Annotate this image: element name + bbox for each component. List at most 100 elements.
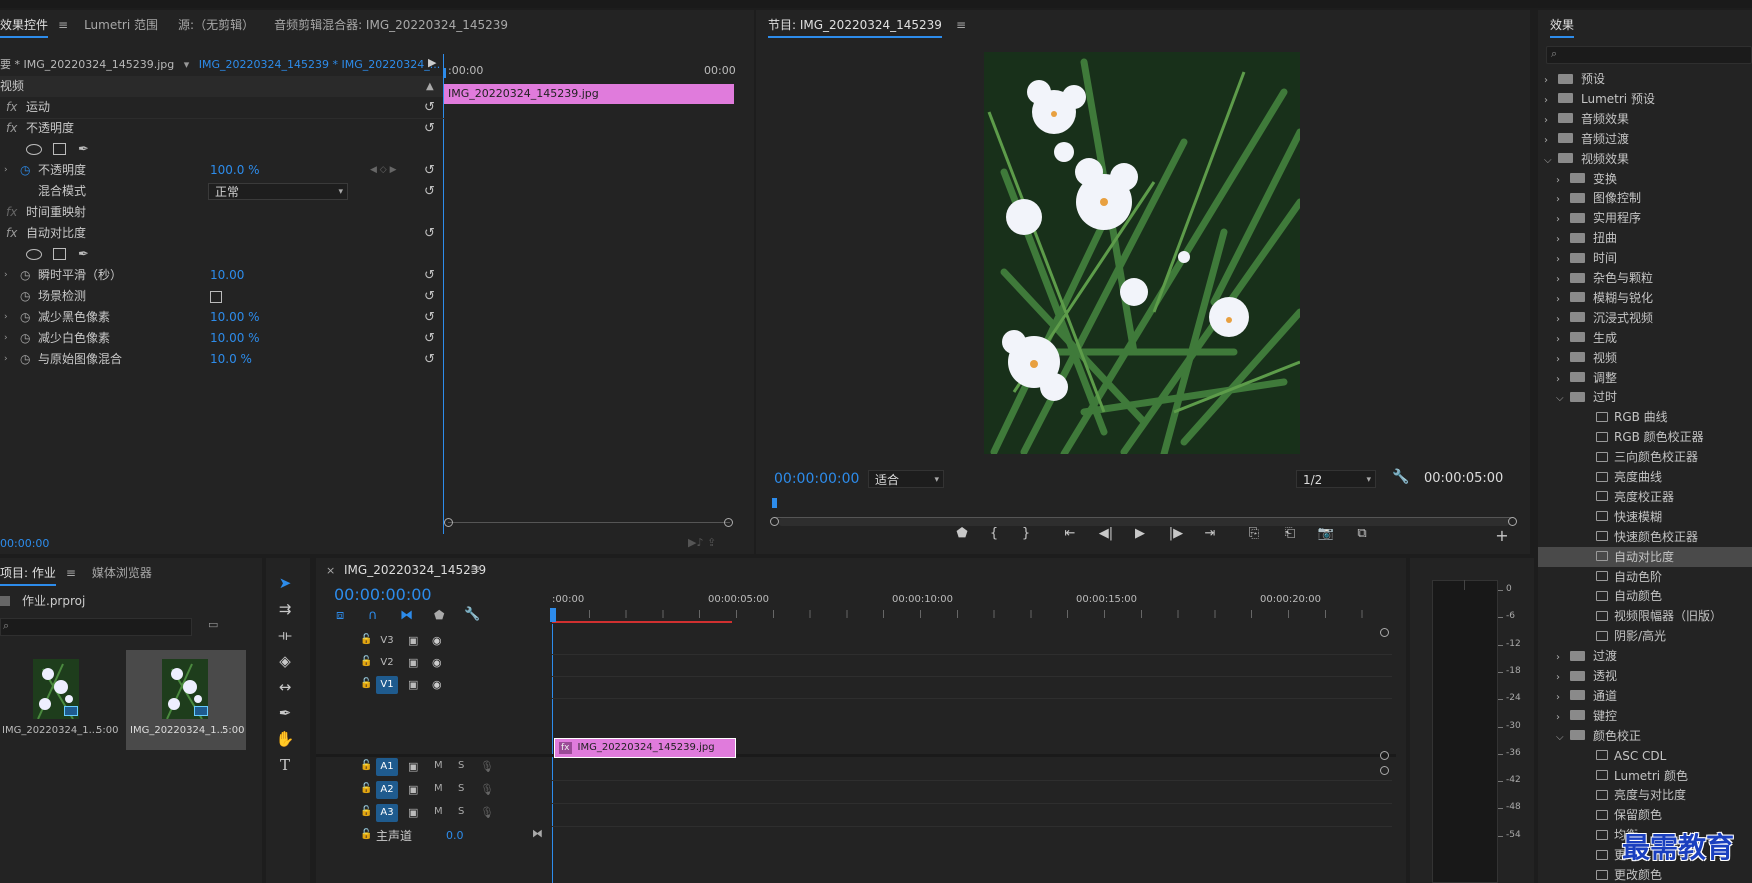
expand-icon[interactable]: › [4, 307, 8, 328]
effects-folder[interactable]: › 调整 [1538, 368, 1752, 388]
expand-icon[interactable]: › [4, 160, 8, 181]
program-timecode-current[interactable]: 00:00:00:00 [774, 471, 859, 487]
playhead[interactable] [550, 608, 556, 622]
tab-effect-controls[interactable]: 效果控件 [0, 10, 58, 40]
reset-icon[interactable]: ↺ [424, 223, 435, 244]
stopwatch-icon[interactable]: ◷ [20, 160, 30, 181]
track-lane[interactable] [552, 803, 1392, 804]
reset-icon[interactable]: ↺ [424, 286, 435, 307]
track-lane[interactable] [552, 826, 1392, 827]
reset-icon[interactable]: ↺ [424, 181, 435, 202]
work-area-bar[interactable] [552, 621, 732, 623]
master-volume-value[interactable]: 0.0 [446, 829, 464, 842]
effect-row-time-remap[interactable]: fx 时间重映射 [0, 202, 443, 223]
sequence-clip-label[interactable]: IMG_20220324_145239 * IMG_20220324_... [199, 58, 440, 71]
nest-icon[interactable]: ⧈ [336, 608, 344, 623]
reset-icon[interactable]: ↺ [424, 97, 435, 118]
effects-item[interactable]: 视频限幅器（旧版） [1538, 606, 1752, 626]
v-scroll-handle-bottom[interactable] [1380, 751, 1389, 760]
effects-item[interactable]: Lumetri 颜色 [1538, 766, 1752, 786]
extract-icon[interactable]: ⎗ [1280, 526, 1300, 541]
effects-item[interactable]: 更改颜色 [1538, 865, 1752, 883]
sequence-tab[interactable]: IMG_20220324_145239 [344, 563, 486, 577]
effects-folder[interactable]: › 图像控制 [1538, 188, 1752, 208]
slip-tool-icon[interactable]: ↔ [274, 676, 296, 698]
effects-item[interactable]: 亮度校正器 [1538, 487, 1752, 507]
pen-mask-icon[interactable]: ✒ [78, 139, 89, 160]
program-video-frame[interactable] [984, 52, 1300, 454]
effect-row-opacity[interactable]: fx 不透明度 ↺ [0, 118, 443, 139]
timeline-clip[interactable]: fx IMG_20220324_145239.jpg [554, 738, 736, 758]
dropdown-icon[interactable]: ▾ [184, 58, 190, 71]
reset-icon[interactable]: ↺ [424, 349, 435, 370]
effects-folder[interactable]: › 变换 [1538, 169, 1752, 189]
effects-item[interactable]: 阴影/高光 [1538, 626, 1752, 646]
v-scroll-handle-top[interactable] [1380, 628, 1389, 637]
sync-lock-icon[interactable]: ▣ [408, 760, 418, 773]
effects-folder[interactable]: › 键控 [1538, 706, 1752, 726]
zoom-scrollbar[interactable] [448, 522, 730, 523]
collapse-icon[interactable]: ▲ [426, 76, 434, 97]
source-clip-label[interactable]: 要 * IMG_20220324_145239.jpg [0, 58, 174, 71]
effects-folder[interactable]: › 过渡 [1538, 646, 1752, 666]
effects-folder[interactable]: › 音频过渡 [1538, 129, 1752, 149]
tab-lumetri-scopes[interactable]: Lumetri 范围 [74, 10, 168, 40]
effects-item[interactable]: RGB 曲线 [1538, 407, 1752, 427]
mute-button[interactable]: M [434, 806, 443, 817]
eye-icon[interactable]: ◉ [432, 656, 442, 669]
program-scrubber[interactable] [774, 506, 1514, 518]
tab-program[interactable]: 节目: IMG_20220324_145239 [756, 10, 952, 40]
mute-button[interactable]: M [434, 783, 443, 794]
mark-out-icon[interactable]: } [1016, 526, 1036, 541]
expand-icon[interactable]: › [4, 328, 8, 349]
stopwatch-icon[interactable]: ◷ [20, 286, 30, 307]
hamburger-icon[interactable]: ≡ [58, 10, 74, 40]
eye-icon[interactable]: ◉ [432, 678, 442, 691]
project-item-selected[interactable]: IMG_20220324_1... 5:00 [126, 650, 246, 750]
effects-folder[interactable]: › 模糊与锐化 [1538, 288, 1752, 308]
effects-item[interactable]: ASC CDL [1538, 746, 1752, 766]
effects-item[interactable]: 亮度与对比度 [1538, 785, 1752, 805]
comparison-view-icon[interactable]: ⧉ [1352, 526, 1372, 541]
solo-button[interactable]: S [458, 806, 464, 817]
go-to-in-icon[interactable]: ⇤ [1060, 526, 1080, 541]
selection-tool-icon[interactable]: ➤ [274, 572, 296, 594]
tab-project[interactable]: 项目: 作业 [0, 558, 66, 588]
reset-icon[interactable]: ↺ [424, 160, 435, 181]
lock-icon[interactable]: 🔓 [360, 783, 372, 794]
effects-folder[interactable]: › 实用程序 [1538, 208, 1752, 228]
scroll-handle-left[interactable] [444, 518, 453, 527]
add-marker-icon[interactable]: ⬟ [952, 526, 972, 541]
rectangle-mask-icon[interactable] [53, 248, 66, 260]
render-icon[interactable]: ▶♪ ⇪ [688, 536, 716, 549]
close-icon[interactable]: × [326, 564, 335, 577]
prop-value[interactable]: 10.00 [210, 265, 244, 286]
scroll-handle-right[interactable] [724, 518, 733, 527]
sync-lock-icon[interactable]: ▣ [408, 806, 418, 819]
eye-icon[interactable]: ◉ [432, 634, 442, 647]
hamburger-icon[interactable]: ≡ [66, 558, 82, 588]
playhead[interactable] [444, 68, 446, 78]
lift-icon[interactable]: ⎘ [1244, 526, 1264, 541]
prop-value[interactable]: 10.0 % [210, 349, 252, 370]
blend-mode-select[interactable]: 正常 ▾ [208, 183, 348, 200]
lock-icon[interactable]: 🔓 [360, 678, 372, 689]
stopwatch-icon[interactable]: ◷ [20, 307, 30, 328]
snap-icon[interactable]: ∩ [368, 608, 378, 623]
mark-in-icon[interactable]: { [984, 526, 1004, 541]
wrench-icon[interactable]: 🔧 [1392, 469, 1409, 485]
reset-icon[interactable]: ↺ [424, 265, 435, 286]
effects-item[interactable]: RGB 颜色校正器 [1538, 427, 1752, 447]
tab-source[interactable]: 源:（无剪辑） [168, 10, 264, 40]
opacity-value[interactable]: 100.0 % [210, 160, 260, 181]
lock-icon[interactable]: 🔓 [360, 656, 372, 667]
track-lane[interactable] [552, 654, 1392, 655]
lock-icon[interactable]: 🔓 [360, 806, 372, 817]
effects-folder[interactable]: › 透视 [1538, 666, 1752, 686]
scroll-handle-right[interactable] [1508, 517, 1517, 526]
lock-icon[interactable]: 🔓 [360, 760, 372, 771]
reset-icon[interactable]: ↺ [424, 307, 435, 328]
pen-tool-icon[interactable]: ✒ [274, 702, 296, 724]
effects-folder[interactable]: › 通道 [1538, 686, 1752, 706]
effects-folder[interactable]: › 视频 [1538, 348, 1752, 368]
